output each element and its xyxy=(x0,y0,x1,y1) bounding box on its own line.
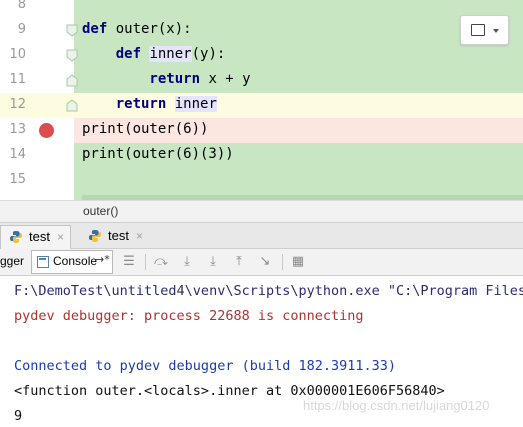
line-number: 8 xyxy=(17,0,26,12)
line-number: 12 xyxy=(9,97,26,112)
fold-marker-icon[interactable] xyxy=(66,24,78,37)
close-icon[interactable]: × xyxy=(57,226,64,248)
line-number: 14 xyxy=(9,147,26,162)
menu-lines-icon[interactable]: ☰ xyxy=(120,253,138,271)
code-text[interactable]: def inner(y): xyxy=(82,46,225,62)
keyword-token: def xyxy=(82,21,108,37)
console-line: F:\DemoTest\untitled4\venv\Scripts\pytho… xyxy=(14,283,523,299)
image-menu-button[interactable] xyxy=(460,15,509,45)
code-text[interactable]: return inner xyxy=(82,96,217,112)
code-line[interactable]: 11 return x + y xyxy=(0,68,523,93)
console-output[interactable]: F:\DemoTest\untitled4\venv\Scripts\pytho… xyxy=(0,276,523,427)
line-number: 9 xyxy=(17,22,26,37)
breadcrumb-item-outer[interactable]: outer() xyxy=(83,204,118,218)
toolbar-separator xyxy=(145,254,146,270)
line-number: 15 xyxy=(9,172,26,187)
code-token: inner xyxy=(149,46,192,62)
code-token: print(outer(6)) xyxy=(82,121,209,137)
code-token: outer(x): xyxy=(107,21,192,37)
console-line: <function outer.<locals>.inner at 0x0000… xyxy=(14,383,445,399)
image-icon xyxy=(471,24,485,36)
code-text[interactable]: def outer(x): xyxy=(82,21,192,37)
code-text[interactable]: print(outer(6)) xyxy=(82,121,208,137)
line-number: 10 xyxy=(9,47,26,62)
code-editor[interactable]: 8 9 def outer(x): 10 def inner(y): 11 return… xyxy=(0,0,523,200)
step-out-icon[interactable]: ⤒ xyxy=(230,253,248,271)
console-icon xyxy=(37,256,49,268)
code-text[interactable]: return x + y xyxy=(82,71,251,87)
code-token: print(outer(6)(3)) xyxy=(82,146,234,162)
run-to-cursor-icon[interactable]: ↘ xyxy=(256,253,274,271)
evaluate-expression-icon[interactable]: ▦ xyxy=(289,253,307,271)
step-into-icon[interactable]: ⤓ xyxy=(204,253,222,271)
tab-debugger[interactable]: gger xyxy=(0,254,24,268)
fold-marker-icon[interactable] xyxy=(66,74,78,87)
toolbar-separator xyxy=(282,254,283,270)
code-text[interactable]: print(outer(6)(3)) xyxy=(82,146,234,162)
run-tab-label: test xyxy=(29,229,50,244)
breadcrumb-bar: outer() xyxy=(0,200,523,222)
run-tabs-bar: test × test × xyxy=(0,222,523,249)
code-line[interactable]: 13 print(outer(6)) xyxy=(0,118,523,143)
line-number: 13 xyxy=(9,122,26,137)
python-icon xyxy=(10,231,22,243)
code-line[interactable]: 8 xyxy=(0,0,523,18)
fold-marker-icon[interactable] xyxy=(66,49,78,62)
code-line[interactable]: 15 xyxy=(0,168,523,193)
code-line[interactable]: 14 print(outer(6)(3)) xyxy=(0,143,523,168)
code-line[interactable]: 12 return inner xyxy=(0,93,523,118)
line-number: 11 xyxy=(9,72,26,87)
dropdown-arrow-icon xyxy=(493,29,499,33)
show-execution-point-icon[interactable]: ⤼ xyxy=(152,253,170,271)
console-line: pydev debugger: process 22688 is connect… xyxy=(14,308,364,324)
code-line[interactable]: 9 def outer(x): xyxy=(0,18,523,43)
debug-toolbar: gger Console →* ☰ ⤼ ⤓ ⤓ ⤒ ↘ ▦ xyxy=(0,249,523,276)
tab-console[interactable]: Console →* xyxy=(31,250,113,274)
console-tab-label: Console xyxy=(53,254,98,268)
keyword-token: def xyxy=(82,46,142,62)
watermark: https://blog.csdn.net/lujiang0120 xyxy=(303,398,490,413)
step-over-icon[interactable]: ⤓ xyxy=(178,253,196,271)
console-arrow-icon: →* xyxy=(95,253,110,266)
code-token: inner xyxy=(174,96,217,112)
close-icon[interactable]: × xyxy=(136,225,143,247)
code-line[interactable]: 10 def inner(y): xyxy=(0,43,523,68)
keyword-token: return xyxy=(82,71,201,87)
console-line: Connected to pydev debugger (build 182.3… xyxy=(14,358,397,374)
code-token: (y): xyxy=(191,46,226,62)
fold-marker-icon[interactable] xyxy=(66,99,78,112)
console-line: 9 xyxy=(14,408,23,424)
python-icon xyxy=(89,230,101,242)
code-token: x + y xyxy=(200,71,251,87)
run-tab-label: test xyxy=(108,228,129,243)
run-tab-test-1[interactable]: test × xyxy=(0,225,71,249)
keyword-token: return xyxy=(82,96,167,112)
breakpoint-icon[interactable] xyxy=(39,123,54,138)
run-tab-test-2[interactable]: test × xyxy=(80,225,149,249)
